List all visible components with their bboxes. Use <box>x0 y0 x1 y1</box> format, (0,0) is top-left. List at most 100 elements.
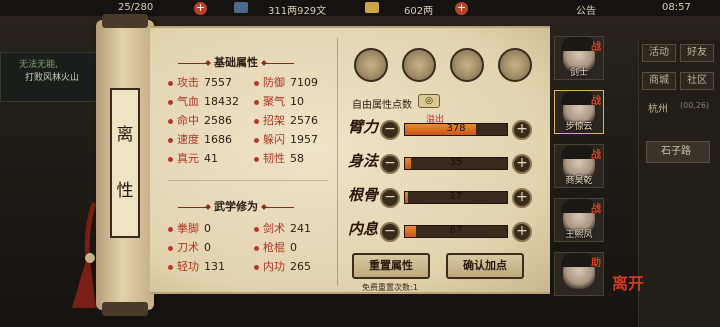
plus-button[interactable]: + <box>512 120 532 140</box>
martial-value: 0 <box>204 241 211 254</box>
stat-value: 17 <box>449 191 463 202</box>
scroll-cap-bottom <box>102 302 148 316</box>
plus-button[interactable]: + <box>512 222 532 242</box>
confirm-points-button[interactable]: 确认加点 <box>446 253 524 279</box>
scroll-cap-top <box>102 14 148 28</box>
character-name: 步惊云 <box>565 122 593 132</box>
add-stamina-button[interactable]: + <box>194 2 207 15</box>
attr-label: 躲闪 <box>263 133 285 146</box>
panel-divider <box>337 38 338 286</box>
attr-dot <box>254 80 259 86</box>
character-name: 剑士 <box>569 68 588 78</box>
martial-value: 0 <box>204 222 211 235</box>
attr-value: 2586 <box>204 114 232 127</box>
character-card[interactable]: 战商昊乾 <box>554 144 604 188</box>
title-ornament-right <box>262 206 294 208</box>
character-card[interactable]: 战剑士 <box>554 36 604 80</box>
attr-value: 7109 <box>290 76 318 89</box>
scroll-book-icon[interactable] <box>402 48 436 82</box>
stat-bar: 17 <box>404 191 508 204</box>
character-card[interactable]: 战步惊云 <box>554 90 604 134</box>
character-card[interactable]: 战王熙凤 <box>554 198 604 242</box>
attr-value: 7557 <box>204 76 232 89</box>
basic-attr-row: 攻击 7557 <box>168 74 232 90</box>
stat-value: 35 <box>449 157 463 168</box>
hat-icon[interactable] <box>354 48 388 82</box>
stat-row: 身法 − 35 + <box>348 152 534 176</box>
martial-label: 剑术 <box>263 222 285 235</box>
character-role-tag: 战 <box>591 204 601 215</box>
attr-dot <box>254 118 259 124</box>
basic-attr-row: 躲闪 1957 <box>254 131 318 147</box>
free-points-label: 自由属性点数 <box>352 100 412 111</box>
attr-value: 18432 <box>204 95 239 108</box>
stone-road-button[interactable]: 石子路 <box>646 141 710 163</box>
minus-button[interactable]: − <box>380 188 400 208</box>
attr-dot <box>168 80 173 86</box>
attr-label: 聚气 <box>263 95 285 108</box>
character-role-tag: 助 <box>591 258 601 269</box>
attr-label: 真元 <box>177 152 199 165</box>
attr-dot <box>168 99 173 105</box>
attr-label: 速度 <box>177 133 199 146</box>
martial-label: 枪棍 <box>263 241 285 254</box>
character-card[interactable]: 助 <box>554 252 604 296</box>
free-points-badge: ◎ <box>418 94 440 108</box>
free-reset-count: 免费重置次数:1 <box>362 283 418 292</box>
character-role-tag: 战 <box>591 42 601 53</box>
attr-dot <box>168 226 173 232</box>
basic-attr-row: 防御 7109 <box>254 74 318 90</box>
minus-button[interactable]: − <box>380 154 400 174</box>
martial-label: 轻功 <box>177 260 199 273</box>
attr-dot <box>254 137 259 143</box>
quest-line-2: 打败风林火山 <box>25 73 80 83</box>
activity-button[interactable]: 活动 <box>642 44 676 62</box>
add-silver-button[interactable]: + <box>455 2 468 15</box>
attr-dot <box>254 226 259 232</box>
coin-icon <box>234 2 248 13</box>
martial-value: 265 <box>290 260 311 273</box>
basic-attr-row: 聚气 10 <box>254 93 304 109</box>
martial-value: 241 <box>290 222 311 235</box>
leave-rune[interactable]: 离开 <box>612 270 644 294</box>
plus-button[interactable]: + <box>512 188 532 208</box>
attr-dot <box>254 264 259 270</box>
character-role-tag: 战 <box>591 150 601 161</box>
minus-button[interactable]: − <box>380 120 400 140</box>
attr-dot <box>168 245 173 251</box>
title-ornament-right <box>262 62 294 64</box>
martial-value: 0 <box>290 241 297 254</box>
stat-name: 根骨 <box>348 186 379 204</box>
character-role-tag: 战 <box>591 96 601 107</box>
meditation-icon[interactable] <box>498 48 532 82</box>
attr-dot <box>168 137 173 143</box>
martial-attr-row: 轻功 131 <box>168 258 225 274</box>
martial-attr-row: 刀术 0 <box>168 239 211 255</box>
title-ornament-left <box>178 206 210 208</box>
stat-row: 臂力 − 378 + <box>348 118 534 142</box>
attr-value: 41 <box>204 152 218 165</box>
minus-button[interactable]: − <box>380 222 400 242</box>
basic-attr-row: 真元 41 <box>168 150 218 166</box>
basic-attr-row: 气血 18432 <box>168 93 239 109</box>
attr-value: 10 <box>290 95 304 108</box>
plus-button[interactable]: + <box>512 154 532 174</box>
attr-value: 2576 <box>290 114 318 127</box>
basic-attr-row: 招架 2576 <box>254 112 318 128</box>
martial-title: 武学修为 <box>174 198 298 214</box>
shop-button[interactable]: 商城 <box>642 72 676 90</box>
notice-button[interactable]: 公告 <box>576 2 596 17</box>
stat-bar: 378 <box>404 123 508 136</box>
character-name: 王熙凤 <box>565 230 593 240</box>
martial-label: 拳脚 <box>177 222 199 235</box>
quest-tracker[interactable]: 无法无能, 打败风林火山 <box>0 52 100 102</box>
reset-attributes-button[interactable]: 重置属性 <box>352 253 430 279</box>
basic-attr-row: 命中 2586 <box>168 112 232 128</box>
yin-yang-icon[interactable] <box>450 48 484 82</box>
martial-value: 131 <box>204 260 225 273</box>
community-button[interactable]: 社区 <box>680 72 714 90</box>
location-label: 杭州 <box>648 104 668 115</box>
friends-button[interactable]: 好友 <box>680 44 714 62</box>
attr-dot <box>254 99 259 105</box>
stat-name: 身法 <box>348 152 379 170</box>
